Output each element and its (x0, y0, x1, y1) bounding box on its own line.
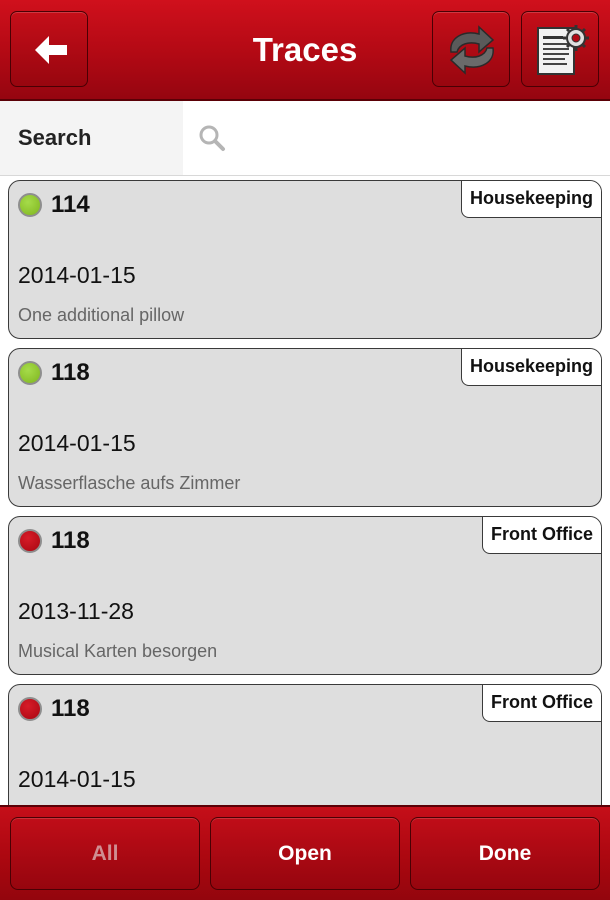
status-indicator (18, 193, 42, 217)
department-badge: Front Office (482, 517, 601, 554)
search-bar: Search (0, 101, 610, 176)
filter-open-button[interactable]: Open (210, 817, 400, 890)
trace-card[interactable]: 114 Housekeeping 2014-01-15 One addition… (8, 180, 602, 339)
search-input[interactable] (240, 117, 594, 161)
trace-date: 2014-01-15 (18, 262, 136, 288)
top-bar: Traces (0, 0, 610, 101)
back-button[interactable] (10, 11, 88, 87)
trace-card[interactable]: 118 Front Office 2014-01-15 (8, 684, 602, 806)
report-settings-icon (537, 25, 589, 75)
trace-date: 2014-01-15 (18, 766, 136, 792)
trace-description: Wasserflasche aufs Zimmer (18, 473, 241, 493)
search-icon (199, 125, 225, 151)
filter-all-button[interactable]: All (10, 817, 200, 890)
status-indicator (18, 529, 42, 553)
trace-date: 2013-11-28 (18, 598, 134, 624)
report-settings-button[interactable] (521, 11, 599, 87)
department-badge: Front Office (482, 685, 601, 722)
room-number: 114 (51, 191, 90, 218)
sync-arrows-icon (449, 25, 495, 75)
trace-list: 114 Housekeeping 2014-01-15 One addition… (0, 176, 610, 806)
trace-description: Musical Karten besorgen (18, 641, 218, 661)
filter-bar: All Open Done (0, 805, 610, 900)
trace-description: One additional pillow (18, 305, 185, 325)
page-title: Traces (252, 31, 358, 68)
room-number: 118 (51, 695, 90, 722)
search-label: Search (0, 101, 183, 175)
room-number: 118 (51, 527, 90, 554)
trace-card[interactable]: 118 Front Office 2013-11-28 Musical Kart… (8, 516, 602, 675)
status-indicator (18, 697, 42, 721)
filter-done-button[interactable]: Done (410, 817, 600, 890)
department-badge: Housekeeping (460, 181, 601, 218)
department-badge: Housekeeping (460, 349, 601, 386)
status-indicator (18, 361, 42, 385)
arrow-left-icon (35, 36, 67, 64)
room-number: 118 (51, 359, 90, 386)
sync-button[interactable] (432, 11, 510, 87)
trace-date: 2014-01-15 (18, 430, 136, 456)
trace-card[interactable]: 118 Housekeeping 2014-01-15 Wasserflasch… (8, 348, 602, 507)
